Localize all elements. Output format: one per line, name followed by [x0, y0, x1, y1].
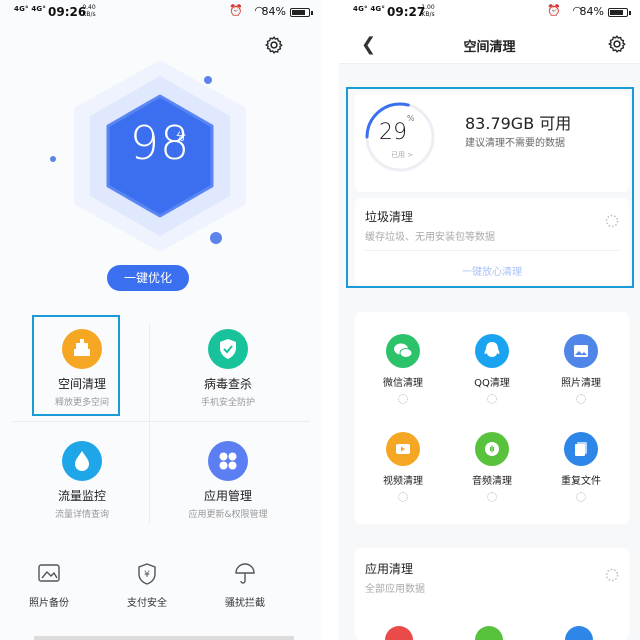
app-icon-partial	[475, 626, 503, 640]
grid-item-subtitle: 应用更新&权限管理	[188, 510, 268, 520]
water-drop-icon	[62, 441, 102, 481]
video-play-icon	[386, 432, 420, 466]
score-value: 98	[129, 116, 191, 170]
app-icon-partial	[385, 626, 413, 640]
decor-dot	[204, 76, 212, 84]
photo-icon	[564, 334, 598, 368]
app-grid-icon	[208, 441, 248, 481]
network-speed: 1.00 KB/s	[421, 4, 435, 18]
signal-icon: 4G° 4G°	[353, 5, 386, 13]
app-icon-partial	[565, 626, 593, 640]
clock: 09:27	[387, 5, 426, 19]
grid-item-subtitle: 流量详情查询	[54, 510, 109, 520]
shield-check-icon	[208, 329, 248, 369]
app-item-label: 重复文件	[561, 476, 601, 487]
battery-icon	[290, 8, 313, 17]
grid-item-title: 流量监控	[57, 489, 106, 503]
grid-item-data-monitor[interactable]: 流量监控 流量详情查询	[16, 425, 148, 533]
app-item-video[interactable]: 视频清理	[363, 432, 443, 502]
app-item-label: 微信清理	[383, 378, 423, 389]
umbrella-icon	[200, 562, 290, 588]
app-item-label: QQ清理	[474, 378, 510, 389]
audio-wave-icon	[475, 432, 509, 466]
score-display: 98 分	[50, 116, 270, 170]
decor-dot	[210, 232, 222, 244]
shortcut-label: 支付安全	[127, 598, 167, 609]
status-bar: 4G° 4G° 09:27 1.00 KB/s ⏰ ◠ 84%	[339, 0, 640, 24]
grid-item-app-manager[interactable]: 应用管理 应用更新&权限管理	[162, 425, 294, 533]
top-bar: ❮ 空间清理	[339, 24, 640, 64]
yen-shield-icon: ¥	[102, 562, 192, 588]
shortcut-photo-backup[interactable]: 照片备份	[4, 562, 94, 609]
app-item-label: 照片清理	[561, 378, 601, 389]
photo-icon	[4, 562, 94, 588]
app-item-label: 音频清理	[472, 476, 512, 487]
loading-spinner-icon	[398, 394, 408, 404]
settings-gear-icon[interactable]	[607, 34, 627, 54]
wechat-icon	[386, 334, 420, 368]
loading-spinner-icon	[398, 492, 408, 502]
loading-spinner-icon	[576, 394, 586, 404]
page-title: 空间清理	[463, 40, 516, 55]
svg-text:¥: ¥	[144, 570, 150, 580]
bottom-nav-strip	[34, 636, 294, 640]
application-clean-card[interactable]: 应用清理 全部应用数据	[355, 548, 629, 640]
shortcut-label: 照片备份	[29, 598, 69, 609]
battery-percent: 84%	[261, 5, 286, 18]
app-clean-title: 应用清理	[365, 562, 414, 576]
network-speed: 0.40 KB/s	[82, 4, 96, 18]
divider	[12, 421, 310, 422]
loading-spinner-icon	[487, 394, 497, 404]
loading-spinner-icon	[576, 492, 586, 502]
app-item-qq[interactable]: QQ清理	[452, 334, 532, 404]
app-item-duplicate-files[interactable]: 重复文件	[541, 432, 621, 502]
grid-item-title: 应用管理	[203, 489, 252, 503]
shortcut-label: 骚扰拦截	[225, 598, 265, 609]
shortcut-harassment-block[interactable]: 骚扰拦截	[200, 562, 290, 609]
qq-penguin-icon	[475, 334, 509, 368]
highlight-box	[32, 315, 120, 416]
files-icon	[564, 432, 598, 466]
grid-item-title: 病毒查杀	[203, 377, 252, 391]
app-clean-subtitle: 全部应用数据	[365, 584, 425, 595]
app-item-photos[interactable]: 照片清理	[541, 334, 621, 404]
grid-item-virus-scan[interactable]: 病毒查杀 手机安全防护	[162, 313, 294, 421]
score-hexagon[interactable]: 98 分	[50, 56, 270, 256]
battery-icon	[608, 8, 631, 17]
clock: 09:26	[48, 5, 87, 19]
divider	[149, 323, 150, 523]
score-unit: 分	[176, 132, 186, 143]
app-item-label: 视频清理	[383, 476, 423, 487]
status-bar: 4G° 4G° 09:26 0.40 KB/s ⏰ ◠ 84%	[0, 0, 322, 24]
highlight-box	[346, 87, 634, 288]
home-screen: 4G° 4G° 09:26 0.40 KB/s ⏰ ◠ 84% 98 分 一键优…	[0, 0, 322, 640]
loading-spinner-icon	[605, 568, 619, 582]
app-item-audio[interactable]: 音频清理	[452, 432, 532, 502]
space-clean-screen: 4G° 4G° 09:27 1.00 KB/s ⏰ ◠ 84% ❮ 空间清理 2…	[339, 0, 640, 640]
grid-item-subtitle: 手机安全防护	[200, 398, 255, 408]
one-key-optimize-button[interactable]: 一键优化	[107, 265, 189, 291]
bottom-shortcuts: 照片备份 ¥ 支付安全 骚扰拦截	[0, 560, 322, 620]
signal-icon: 4G° 4G°	[14, 5, 47, 13]
app-item-wechat[interactable]: 微信清理	[363, 334, 443, 404]
settings-gear-icon[interactable]	[264, 35, 284, 55]
panel-divider	[322, 0, 339, 640]
app-clean-grid: 微信清理 QQ清理 照片清理 视频清理 音频清理 重复文件	[355, 312, 629, 524]
loading-spinner-icon	[487, 492, 497, 502]
battery-percent: 84%	[579, 5, 604, 18]
shortcut-payment-security[interactable]: ¥ 支付安全	[102, 562, 192, 609]
